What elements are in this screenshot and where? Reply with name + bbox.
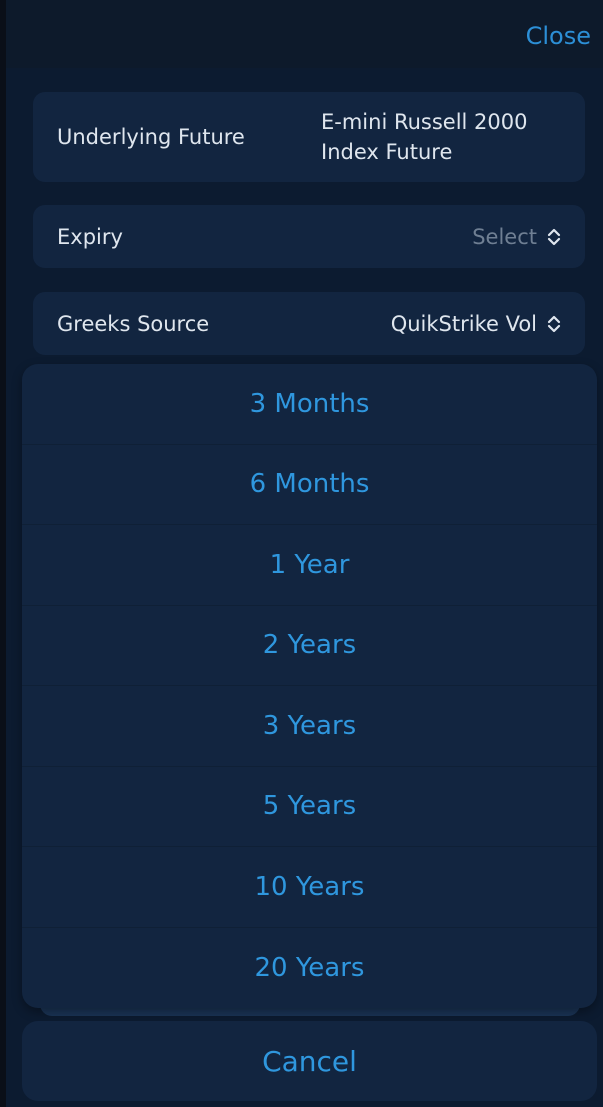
underlying-future-row: Underlying Future E-mini Russell 2000 In…	[33, 92, 585, 182]
chevron-up-down-icon	[547, 315, 561, 332]
left-edge	[0, 0, 6, 1107]
close-button[interactable]: Close	[526, 22, 591, 50]
cancel-button[interactable]: Cancel	[22, 1021, 597, 1101]
app-screen: Close Underlying Future E-mini Russell 2…	[0, 0, 603, 1107]
greeks-source-select[interactable]: QuikStrike Vol	[391, 312, 561, 336]
greeks-source-row[interactable]: Greeks Source QuikStrike Vol	[33, 292, 585, 355]
greeks-source-label: Greeks Source	[57, 311, 210, 336]
expiry-value: Select	[472, 224, 537, 249]
expiry-row[interactable]: Expiry Select	[33, 205, 585, 268]
expiry-label: Expiry	[57, 224, 123, 249]
chevron-up-down-icon	[547, 228, 561, 245]
picker-option[interactable]: 3 Years	[22, 686, 597, 767]
top-bar: Close	[6, 0, 603, 68]
greeks-source-value: QuikStrike Vol	[390, 311, 537, 336]
underlying-future-label: Underlying Future	[57, 125, 245, 149]
picker-option[interactable]: 2 Years	[22, 606, 597, 686]
picker-option[interactable]: 10 Years	[22, 847, 597, 928]
picker-option[interactable]: 5 Years	[22, 767, 597, 847]
underlying-future-value: E-mini Russell 2000 Index Future	[321, 110, 528, 164]
expiry-picker-sheet: 3 Months 6 Months 1 Year 2 Years 3 Years…	[22, 364, 597, 1008]
picker-option[interactable]: 20 Years	[22, 928, 597, 1009]
picker-option[interactable]: 1 Year	[22, 525, 597, 606]
expiry-select[interactable]: Select	[472, 225, 561, 249]
picker-option[interactable]: 6 Months	[22, 445, 597, 525]
picker-option[interactable]: 3 Months	[22, 364, 597, 445]
